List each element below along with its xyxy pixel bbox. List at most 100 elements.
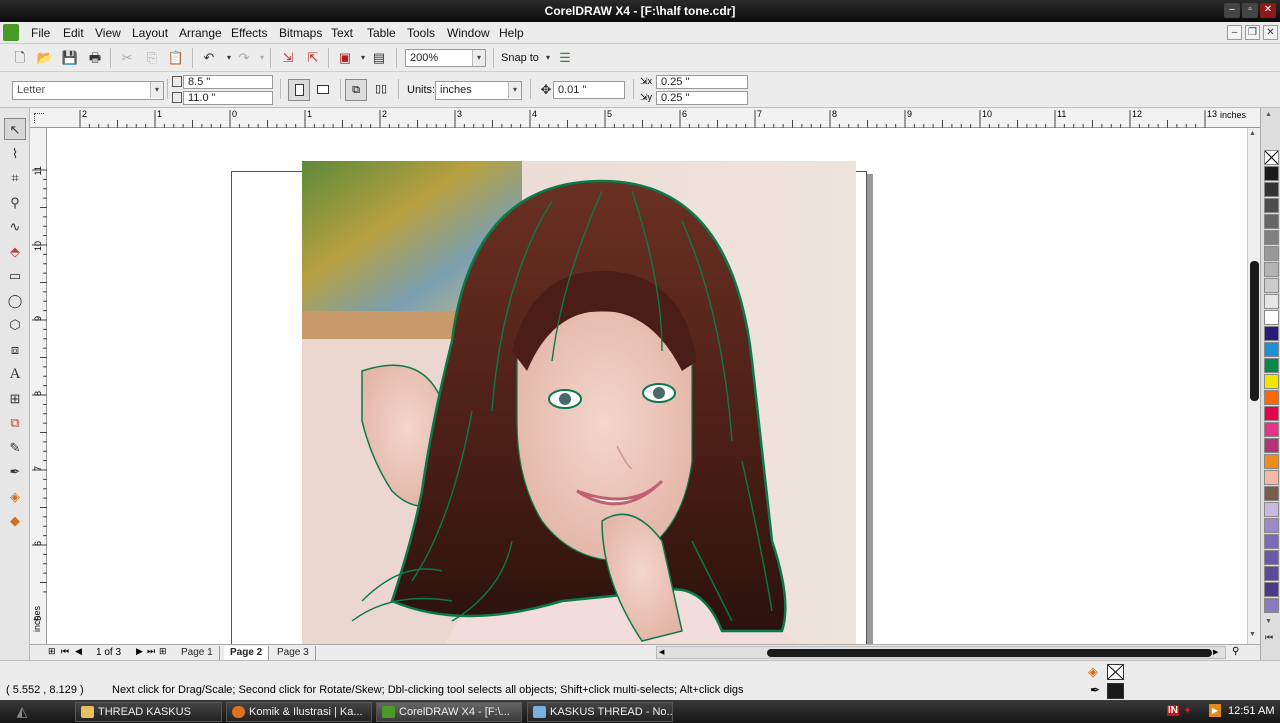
color-swatch[interactable] bbox=[1264, 566, 1279, 581]
snap-to-button[interactable]: Snap to bbox=[501, 52, 539, 64]
current-page-button[interactable]: ▯▯ bbox=[370, 79, 392, 101]
add-page-after-icon[interactable]: ⊞ bbox=[159, 646, 167, 657]
palette-up-icon[interactable]: ▲ bbox=[1265, 111, 1272, 118]
color-swatch[interactable] bbox=[1264, 262, 1279, 277]
prev-page-icon[interactable]: ◀ bbox=[75, 646, 82, 657]
task-coreldraw[interactable]: CorelDRAW X4 - [F:\... bbox=[376, 702, 522, 722]
color-swatch[interactable] bbox=[1264, 438, 1279, 453]
color-swatch[interactable] bbox=[1264, 326, 1279, 341]
polygon-tool-icon[interactable]: ⬡ bbox=[4, 314, 26, 336]
table-tool-icon[interactable]: ⊞ bbox=[4, 388, 26, 410]
menu-tools[interactable]: Tools bbox=[407, 26, 435, 40]
nudge-distance-input[interactable]: 0.01 " bbox=[553, 81, 625, 99]
outline-pen-tool-icon[interactable]: ✒ bbox=[4, 461, 26, 483]
paste-icon[interactable]: 📋 bbox=[166, 48, 186, 68]
paper-width-input[interactable]: 8.5 " bbox=[183, 75, 273, 89]
color-swatch[interactable] bbox=[1264, 454, 1279, 469]
color-swatch[interactable] bbox=[1264, 182, 1279, 197]
task-thread-kaskus[interactable]: THREAD KASKUS bbox=[75, 702, 222, 722]
scroll-up-icon[interactable]: ▲ bbox=[1249, 130, 1256, 137]
print-icon[interactable]: 🖶 bbox=[85, 48, 105, 68]
paper-height-input[interactable]: 11.0 " bbox=[183, 91, 273, 105]
menu-file[interactable]: File bbox=[31, 26, 50, 40]
application-launcher-icon[interactable]: ▣ bbox=[335, 48, 355, 68]
menu-help[interactable]: Help bbox=[499, 26, 524, 40]
color-swatch[interactable] bbox=[1264, 278, 1279, 293]
add-page-before-icon[interactable]: ⊞ bbox=[48, 646, 56, 657]
paper-type-select[interactable]: Letter ▾ bbox=[12, 81, 164, 100]
color-swatch[interactable] bbox=[1264, 374, 1279, 389]
start-button-icon[interactable]: ◭ bbox=[12, 703, 32, 720]
no-color-swatch[interactable] bbox=[1264, 150, 1279, 165]
fill-none-swatch[interactable] bbox=[1107, 664, 1124, 680]
app-icon[interactable] bbox=[3, 24, 19, 41]
color-swatch[interactable] bbox=[1264, 310, 1279, 325]
tray-app-icon[interactable]: ✦ bbox=[1183, 704, 1192, 717]
landscape-button[interactable] bbox=[313, 79, 335, 101]
duplicate-x-input[interactable]: 0.25 " bbox=[656, 75, 748, 89]
color-swatch[interactable] bbox=[1264, 550, 1279, 565]
color-swatch[interactable] bbox=[1264, 534, 1279, 549]
horizontal-scroll-thumb[interactable] bbox=[767, 649, 1212, 657]
shape-tool-icon[interactable]: ⌇ bbox=[4, 143, 26, 165]
color-swatch[interactable] bbox=[1264, 486, 1279, 501]
palette-down-icon[interactable]: ▼ bbox=[1265, 618, 1272, 625]
palette-flyout-icon[interactable]: ⏮ bbox=[1265, 632, 1273, 643]
tray-media-icon[interactable]: ▶ bbox=[1209, 704, 1221, 717]
horizontal-scrollbar[interactable]: ◀ ▶ bbox=[656, 646, 1226, 659]
zoom-tool-icon[interactable]: ⚲ bbox=[4, 192, 26, 214]
new-document-icon[interactable]: 🗋 bbox=[10, 48, 30, 68]
undo-icon[interactable]: ↶ bbox=[199, 48, 219, 68]
vertical-scrollbar[interactable]: ▲ ▼ bbox=[1247, 128, 1260, 644]
menu-effects[interactable]: Effects bbox=[231, 26, 267, 40]
tab-page-1[interactable]: Page 1 bbox=[175, 646, 220, 660]
tab-page-3[interactable]: Page 3 bbox=[271, 646, 316, 660]
doc-minimize-button[interactable]: – bbox=[1227, 25, 1242, 40]
menu-text[interactable]: Text bbox=[331, 26, 353, 40]
welcome-screen-icon[interactable]: ▤ bbox=[369, 48, 389, 68]
smart-fill-tool-icon[interactable]: ⬘ bbox=[4, 241, 26, 263]
ellipse-tool-icon[interactable]: ◯ bbox=[4, 290, 26, 312]
task-firefox[interactable]: Komik & Ilustrasi | Ka... bbox=[226, 702, 372, 722]
text-tool-icon[interactable]: A bbox=[4, 363, 26, 385]
export-icon[interactable]: ⇱ bbox=[303, 48, 323, 68]
color-swatch[interactable] bbox=[1264, 198, 1279, 213]
close-button[interactable]: ✕ bbox=[1260, 3, 1276, 18]
color-swatch[interactable] bbox=[1264, 166, 1279, 181]
vertical-ruler[interactable]: 11 10 9 8 7 6 5 inches bbox=[30, 128, 47, 644]
crop-tool-icon[interactable]: ⌗ bbox=[4, 167, 26, 189]
last-page-icon[interactable]: ⏭ bbox=[147, 646, 155, 657]
minimize-button[interactable]: – bbox=[1224, 3, 1240, 18]
scroll-right-icon[interactable]: ▶ bbox=[1213, 648, 1218, 656]
color-swatch[interactable] bbox=[1264, 598, 1279, 613]
scroll-down-icon[interactable]: ▼ bbox=[1249, 631, 1256, 638]
color-swatch[interactable] bbox=[1264, 390, 1279, 405]
interactive-blend-tool-icon[interactable]: ⧉ bbox=[4, 412, 26, 434]
tab-page-2[interactable]: Page 2 bbox=[224, 646, 270, 660]
interactive-fill-tool-icon[interactable]: ◆ bbox=[4, 510, 26, 532]
color-swatch[interactable] bbox=[1264, 358, 1279, 373]
doc-close-button[interactable]: ✕ bbox=[1263, 25, 1278, 40]
vertical-scroll-thumb[interactable] bbox=[1250, 261, 1259, 401]
menu-bitmaps[interactable]: Bitmaps bbox=[279, 26, 322, 40]
outline-color-swatch[interactable] bbox=[1107, 683, 1124, 699]
menu-layout[interactable]: Layout bbox=[132, 26, 168, 40]
redo-dropdown-icon[interactable]: ▾ bbox=[252, 48, 272, 68]
color-swatch[interactable] bbox=[1264, 230, 1279, 245]
save-icon[interactable]: 💾 bbox=[60, 48, 80, 68]
menu-edit[interactable]: Edit bbox=[63, 26, 84, 40]
portrait-button[interactable] bbox=[288, 79, 310, 101]
color-swatch[interactable] bbox=[1264, 294, 1279, 309]
rectangle-tool-icon[interactable]: ▭ bbox=[4, 265, 26, 287]
units-select[interactable]: inches ▾ bbox=[435, 81, 522, 100]
cut-icon[interactable]: ✂ bbox=[117, 48, 137, 68]
task-notepad[interactable]: KASKUS THREAD - No... bbox=[527, 702, 673, 722]
color-swatch[interactable] bbox=[1264, 406, 1279, 421]
eyedropper-tool-icon[interactable]: ✎ bbox=[4, 437, 26, 459]
language-indicator[interactable]: IN bbox=[1167, 705, 1179, 716]
color-swatch[interactable] bbox=[1264, 502, 1279, 517]
import-icon[interactable]: ⇲ bbox=[278, 48, 298, 68]
color-swatch[interactable] bbox=[1264, 470, 1279, 485]
bitmap-image[interactable] bbox=[302, 161, 856, 644]
options-icon[interactable]: ☰ bbox=[555, 48, 575, 68]
